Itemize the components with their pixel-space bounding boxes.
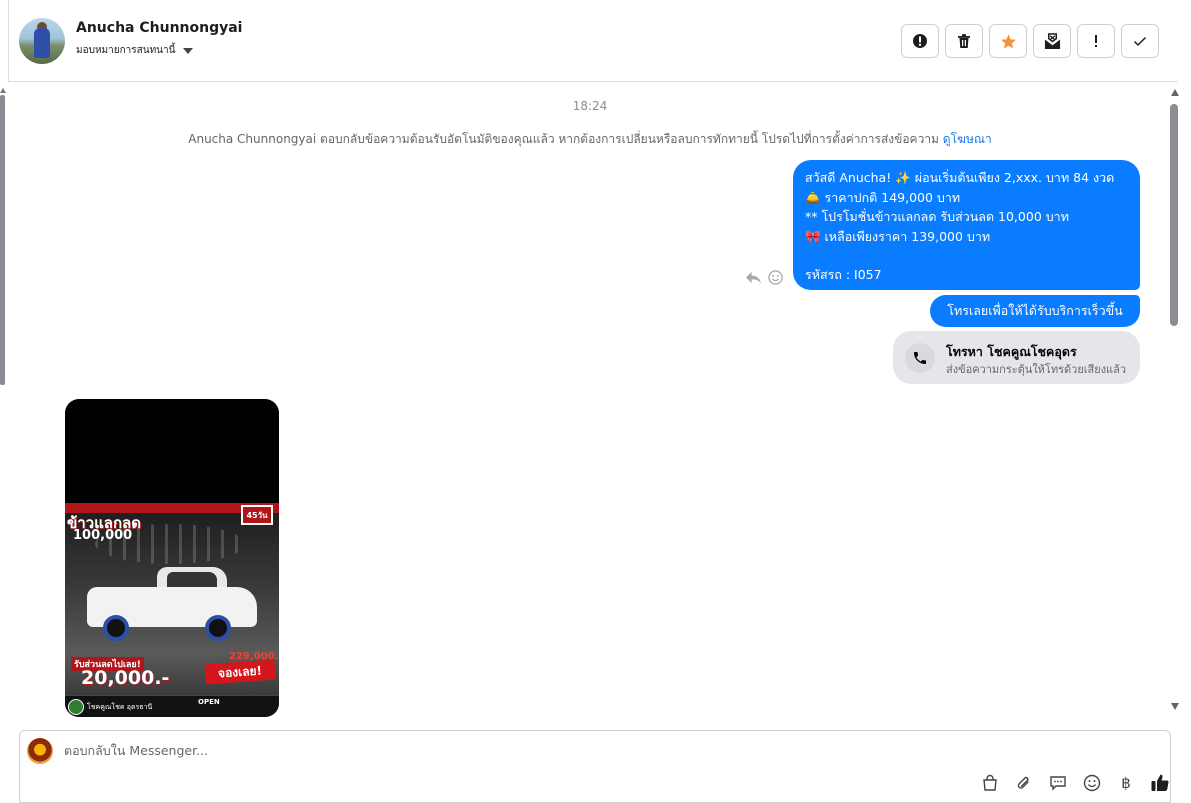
- ad-big-price: 100,000: [73, 528, 133, 543]
- call-card-subtitle: ส่งข้อความกระตุ้นให้โทรด้วยเสียงแล้ว: [946, 363, 1127, 376]
- reply-input[interactable]: [64, 743, 964, 758]
- ad-dealer-name: โชคคูณโชค อุดรธานี: [87, 703, 153, 711]
- check-icon: [1133, 36, 1147, 47]
- envelope-x-icon: [1044, 32, 1060, 49]
- exclamation-icon: [1095, 35, 1097, 47]
- outgoing-message-call-prompt[interactable]: โทรเลยเพื่อให้ได้รับบริการเร็วขึ้น: [930, 295, 1140, 327]
- report-button[interactable]: [901, 24, 939, 58]
- thumbs-up-icon[interactable]: [1150, 773, 1170, 793]
- alert-circle-icon: [913, 34, 927, 48]
- message-line-3: ** โปรโมชั่นข้าวแลกลด รับส่วนลด 10,000 บ…: [805, 209, 1069, 224]
- system-note: Anucha Chunnongyai ตอบกลับข้อความต้อนรับ…: [30, 130, 1150, 149]
- mark-unread-button[interactable]: [1033, 24, 1071, 58]
- left-scroll-up-arrow[interactable]: [0, 88, 6, 93]
- ad-image[interactable]: ข้าวแลกลด 100,000 45วัน รับส่วนลดไปเลย! …: [65, 399, 279, 717]
- composer-toolbar: ฿: [980, 773, 1170, 793]
- scroll-up-arrow[interactable]: [1171, 89, 1179, 96]
- scrollbar-thumb[interactable]: [1170, 104, 1178, 326]
- message-line-2: 🛎️ ราคาปกติ 149,000 บาท: [805, 189, 961, 205]
- inbox-conversation: Anucha Chunnongyai มอบหมายการสนทนานี้ 18…: [0, 0, 1191, 803]
- ad-footer: โชคคูณโชค อุดรธานี OPEN: [65, 695, 279, 717]
- paperclip-icon[interactable]: [1014, 773, 1034, 793]
- contact-avatar[interactable]: [19, 18, 65, 64]
- header-actions: [901, 24, 1159, 58]
- emoji-icon[interactable]: [1082, 773, 1102, 793]
- message-line-5: รหัสรถ : I057: [805, 267, 882, 282]
- scroll-down-arrow[interactable]: [1171, 703, 1179, 710]
- outgoing-message-promo[interactable]: สวัสดี Anucha! ✨ ผ่อนเริ่มต้นเพียง 2,xxx…: [793, 160, 1140, 290]
- message-line-1: สวัสดี Anucha! ✨ ผ่อนเริ่มต้นเพียง 2,xxx…: [805, 170, 1115, 185]
- dealer-logo: [68, 699, 84, 715]
- baht-icon[interactable]: ฿: [1116, 773, 1136, 793]
- call-card[interactable]: โทรหา โชคคูณโชคอุดร ส่งข้อความกระตุ้นให้…: [893, 331, 1140, 384]
- contact-name[interactable]: Anucha Chunnongyai: [76, 20, 242, 36]
- follow-up-button[interactable]: [1077, 24, 1115, 58]
- reply-icon[interactable]: [745, 270, 762, 285]
- ad-discount: 20,000.-: [81, 667, 170, 689]
- view-ad-link[interactable]: ดูโฆษณา: [943, 132, 992, 146]
- left-scrollbar-thumb[interactable]: [0, 95, 5, 385]
- react-emoji-icon[interactable]: [768, 270, 783, 285]
- ad-badge: 45วัน: [241, 505, 273, 525]
- assign-label: มอบหมายการสนทนานี้: [76, 45, 176, 56]
- system-note-text: Anucha Chunnongyai ตอบกลับข้อความต้อนรับ…: [188, 132, 939, 146]
- message-line-4: 🎀 เหลือเพียงราคา 139,000 บาท: [805, 228, 991, 244]
- mark-done-button[interactable]: [1121, 24, 1159, 58]
- ad-open-label: OPEN: [198, 698, 220, 706]
- trash-icon: [958, 34, 970, 48]
- message-timestamp: 18:24: [572, 99, 608, 113]
- delete-button[interactable]: [945, 24, 983, 58]
- message-hover-tools: [745, 270, 783, 285]
- saved-reply-icon[interactable]: [1048, 773, 1068, 793]
- page-avatar: [27, 738, 53, 764]
- conversation-header: Anucha Chunnongyai มอบหมายการสนทนานี้: [8, 0, 1178, 82]
- phone-icon: [905, 343, 935, 373]
- message-composer: ฿: [19, 730, 1171, 803]
- star-icon: [1000, 33, 1016, 49]
- star-button[interactable]: [989, 24, 1027, 58]
- pickup-truck-image: [87, 567, 257, 647]
- caret-down-icon: [183, 47, 194, 54]
- call-card-title: โทรหา โชคคูณโชคอุดร: [946, 344, 1077, 359]
- assign-conversation-dropdown[interactable]: มอบหมายการสนทนานี้: [76, 43, 194, 58]
- shopping-bag-icon[interactable]: [980, 773, 1000, 793]
